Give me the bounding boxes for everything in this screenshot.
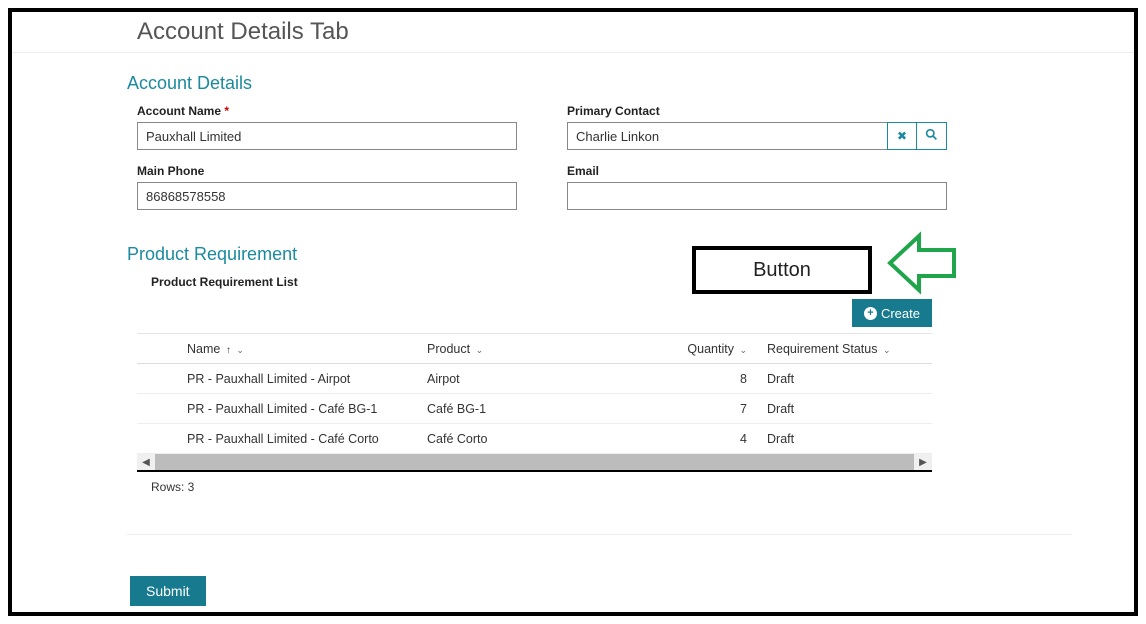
search-icon [925,128,938,144]
rows-count-label: Rows: 3 [151,480,957,494]
email-label: Email [567,164,957,178]
create-row: + Create [137,299,932,327]
account-details-header: Account Details [127,73,957,94]
x-icon: ✖ [897,129,907,143]
product-grid: Name ↑ ⌄ Product ⌄ Quantity ⌄ Requiremen… [137,333,932,454]
page-title: Account Details Tab [12,12,1134,53]
create-button[interactable]: + Create [852,299,932,327]
grid-header: Name ↑ ⌄ Product ⌄ Quantity ⌄ Requiremen… [137,334,932,364]
account-name-label: Account Name * [137,104,527,118]
main-phone-label: Main Phone [137,164,527,178]
form-row-2: Main Phone Email [137,164,957,224]
chevron-down-icon: ⌄ [883,345,891,355]
horizontal-scrollbar[interactable]: ◀ ▶ [137,454,932,472]
scroll-right-icon[interactable]: ▶ [914,454,932,470]
window-frame: Account Details Tab Account Details Acco… [8,8,1138,616]
primary-contact-lookup: ✖ [567,122,947,150]
scroll-track[interactable] [155,454,914,470]
table-row[interactable]: PR - Pauxhall Limited - Café Corto Café … [137,424,932,454]
chevron-down-icon: ⌄ [739,345,747,355]
scroll-left-icon[interactable]: ◀ [137,454,155,470]
form-row-1: Account Name * Primary Contact ✖ [137,104,957,164]
primary-contact-label: Primary Contact [567,104,957,118]
account-details-section: Account Details Account Name * Primary C… [12,53,957,224]
plus-circle-icon: + [864,307,877,320]
annotation-arrow-icon [884,228,964,303]
email-input[interactable] [567,182,947,210]
search-lookup-button[interactable] [917,122,947,150]
table-row[interactable]: PR - Pauxhall Limited - Airpot Airpot 8 … [137,364,932,394]
chevron-down-icon: ⌄ [476,345,484,355]
clear-lookup-button[interactable]: ✖ [887,122,917,150]
col-status-header[interactable]: Requirement Status ⌄ [767,342,917,356]
account-name-input[interactable] [137,122,517,150]
annotation-button-callout: Button [692,246,872,294]
col-name-header[interactable]: Name ↑ ⌄ [187,342,427,356]
required-marker: * [224,104,229,118]
primary-contact-input[interactable] [567,122,887,150]
sort-up-icon: ↑ [226,345,231,356]
chevron-down-icon: ⌄ [236,345,244,355]
table-row[interactable]: PR - Pauxhall Limited - Café BG-1 Café B… [137,394,932,424]
submit-button[interactable]: Submit [130,576,206,606]
main-phone-input[interactable] [137,182,517,210]
divider [127,534,1072,535]
content: Account Details Tab Account Details Acco… [12,12,1134,612]
col-product-header[interactable]: Product ⌄ [427,342,687,356]
col-quantity-header[interactable]: Quantity ⌄ [687,342,767,356]
